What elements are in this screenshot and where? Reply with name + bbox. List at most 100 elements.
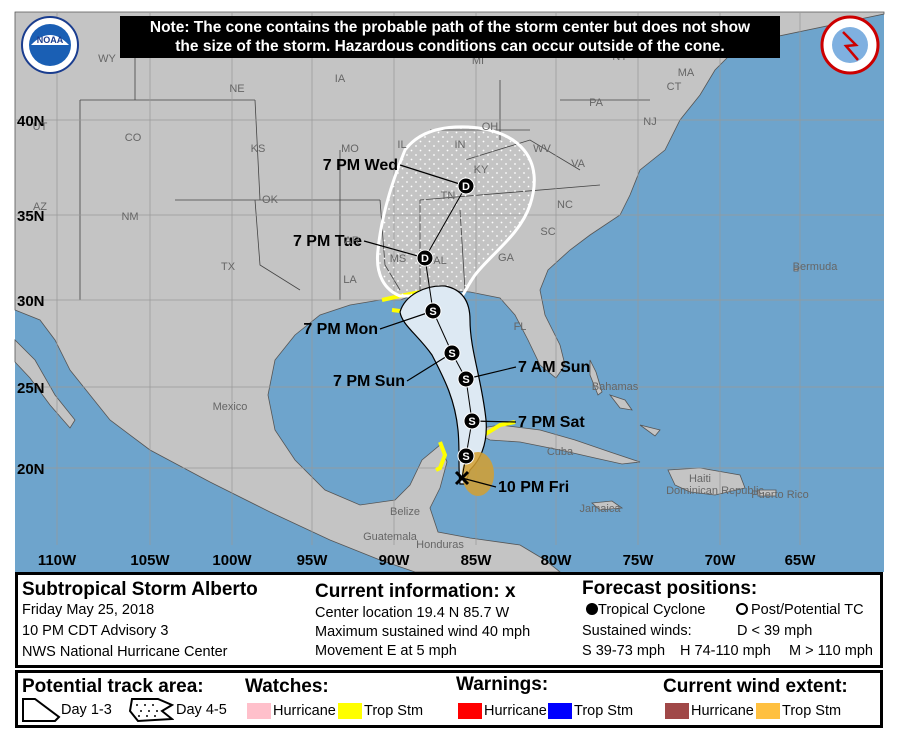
- lat-label: 30N: [17, 293, 45, 310]
- advisory-date: Friday May 25, 2018: [22, 602, 155, 618]
- storm-name: Subtropical Storm Alberto: [22, 579, 258, 600]
- ptc-label: Post/Potential TC: [751, 602, 864, 618]
- day-4-5-label: Day 4-5: [176, 702, 227, 718]
- place-label: UT: [33, 121, 48, 133]
- major-wind: M > 110 mph: [789, 643, 873, 659]
- center-location: Center location 19.4 N 85.7 W: [315, 605, 510, 621]
- place-label: TN: [441, 190, 456, 202]
- cone-disclaimer-note: Note: The cone contains the probable pat…: [120, 16, 780, 58]
- lon-label: 75W: [623, 552, 655, 569]
- place-label: NJ: [643, 116, 656, 128]
- place-label: Haiti: [689, 473, 711, 485]
- watches-title: Watches:: [245, 676, 329, 697]
- tropstm-warning-swatch: [548, 703, 572, 719]
- place-label: FL: [514, 321, 527, 333]
- tropstm-wind-label: Trop Stm: [782, 703, 842, 719]
- place-label: Puerto Rico: [751, 489, 808, 501]
- day-4-5-icon: [128, 698, 174, 723]
- hurricane-warning-label: Hurricane: [484, 703, 547, 719]
- day-1-3-icon: [22, 698, 61, 722]
- place-label: AR: [344, 235, 359, 247]
- hurricane-wind: H 74-110 mph: [680, 643, 771, 659]
- place-label: OH: [482, 121, 499, 133]
- place-label: IA: [335, 73, 346, 85]
- note-line-2: the size of the storm. Hazardous conditi…: [175, 38, 725, 55]
- open-circle-icon: [736, 603, 748, 615]
- forecast-time-label: 7 PM Wed: [323, 157, 398, 174]
- place-label: CT: [667, 81, 682, 93]
- storm-wind: S 39-73 mph: [582, 643, 666, 659]
- lon-label: 100W: [212, 552, 252, 569]
- place-label: Belize: [390, 506, 420, 518]
- place-label: Bermuda: [793, 261, 839, 273]
- place-label: OK: [262, 194, 279, 206]
- day-1-3-label: Day 1-3: [61, 702, 112, 718]
- forecast-positions-title: Forecast positions:: [582, 578, 758, 599]
- place-label: KY: [474, 164, 489, 176]
- max-wind: Maximum sustained wind 40 mph: [315, 624, 531, 640]
- forecast-time-label: 7 PM Sat: [518, 414, 585, 431]
- post-tc-legend: Post/Potential TC: [736, 602, 864, 618]
- intensity-letter: D: [421, 253, 429, 265]
- place-label: MA: [678, 67, 695, 79]
- tc-label: Tropical Cyclone: [598, 602, 706, 618]
- place-label: MO: [341, 143, 359, 155]
- lon-label: 110W: [38, 552, 77, 569]
- place-label: VA: [571, 158, 586, 170]
- place-label: SC: [540, 226, 555, 238]
- place-label: NC: [557, 199, 573, 211]
- intensity-letter: S: [429, 306, 436, 318]
- svg-text:NOAA: NOAA: [37, 35, 64, 45]
- place-label: NE: [229, 83, 244, 95]
- storm-info-panel: Subtropical Storm Alberto Friday May 25,…: [15, 572, 883, 668]
- track-area-title: Potential track area:: [22, 676, 204, 697]
- tropstm-watch-swatch: [338, 703, 362, 719]
- place-label: Guatemala: [363, 531, 418, 543]
- issuing-center: NWS National Hurricane Center: [22, 644, 228, 660]
- current-info-title: Current information: x: [315, 581, 516, 603]
- hurricane-watch-label: Hurricane: [273, 703, 336, 719]
- filled-circle-icon: [586, 603, 598, 615]
- sustained-winds-label: Sustained winds:: [582, 623, 692, 639]
- wind-extent-title: Current wind extent:: [663, 676, 848, 697]
- tropical-cyclone-legend: Tropical Cyclone: [586, 602, 705, 618]
- forecast-time-label: 10 PM Fri: [498, 479, 569, 496]
- forecast-time-label: 7 AM Sun: [518, 359, 590, 376]
- place-label: AZ: [33, 201, 47, 213]
- current-position-x-icon: x: [505, 581, 516, 602]
- place-label: WY: [98, 53, 116, 65]
- nws-logo: [820, 15, 880, 75]
- lat-label: 20N: [17, 461, 45, 478]
- hurricane-wind-swatch: [665, 703, 689, 719]
- depression-wind: D < 39 mph: [737, 623, 813, 639]
- tropstm-wind-swatch: [756, 703, 780, 719]
- intensity-letter: S: [468, 416, 475, 428]
- intensity-letter: S: [462, 374, 469, 386]
- hurricane-wind-label: Hurricane: [691, 703, 754, 719]
- lon-label: 105W: [130, 552, 170, 569]
- place-label: Mexico: [213, 401, 248, 413]
- intensity-letter: S: [448, 348, 455, 360]
- place-label: WV: [533, 143, 551, 155]
- forecast-time-label: 7 PM Mon: [303, 321, 378, 338]
- lon-label: 65W: [785, 552, 817, 569]
- place-label: IL: [397, 139, 406, 151]
- place-label: KS: [251, 143, 266, 155]
- warnings-title: Warnings:: [456, 674, 549, 695]
- place-label: GA: [498, 252, 515, 264]
- place-label: Honduras: [416, 539, 464, 551]
- lon-label: 90W: [379, 552, 411, 569]
- lon-label: 85W: [461, 552, 493, 569]
- lon-label: 80W: [541, 552, 573, 569]
- place-label: CO: [125, 132, 142, 144]
- hurricane-watch-swatch: [247, 703, 271, 719]
- place-label: PA: [589, 97, 604, 109]
- place-label: Bahamas: [592, 381, 639, 393]
- current-info-title-text: Current information:: [315, 581, 500, 602]
- intensity-letter: D: [462, 181, 470, 193]
- place-label: Jamaica: [580, 503, 622, 515]
- place-label: NM: [121, 211, 138, 223]
- tropstm-watch-label: Trop Stm: [364, 703, 424, 719]
- noaa-logo: NOAA: [21, 16, 79, 74]
- legend-panel: Potential track area: Day 1-3 Day 4-5 Wa…: [15, 670, 883, 728]
